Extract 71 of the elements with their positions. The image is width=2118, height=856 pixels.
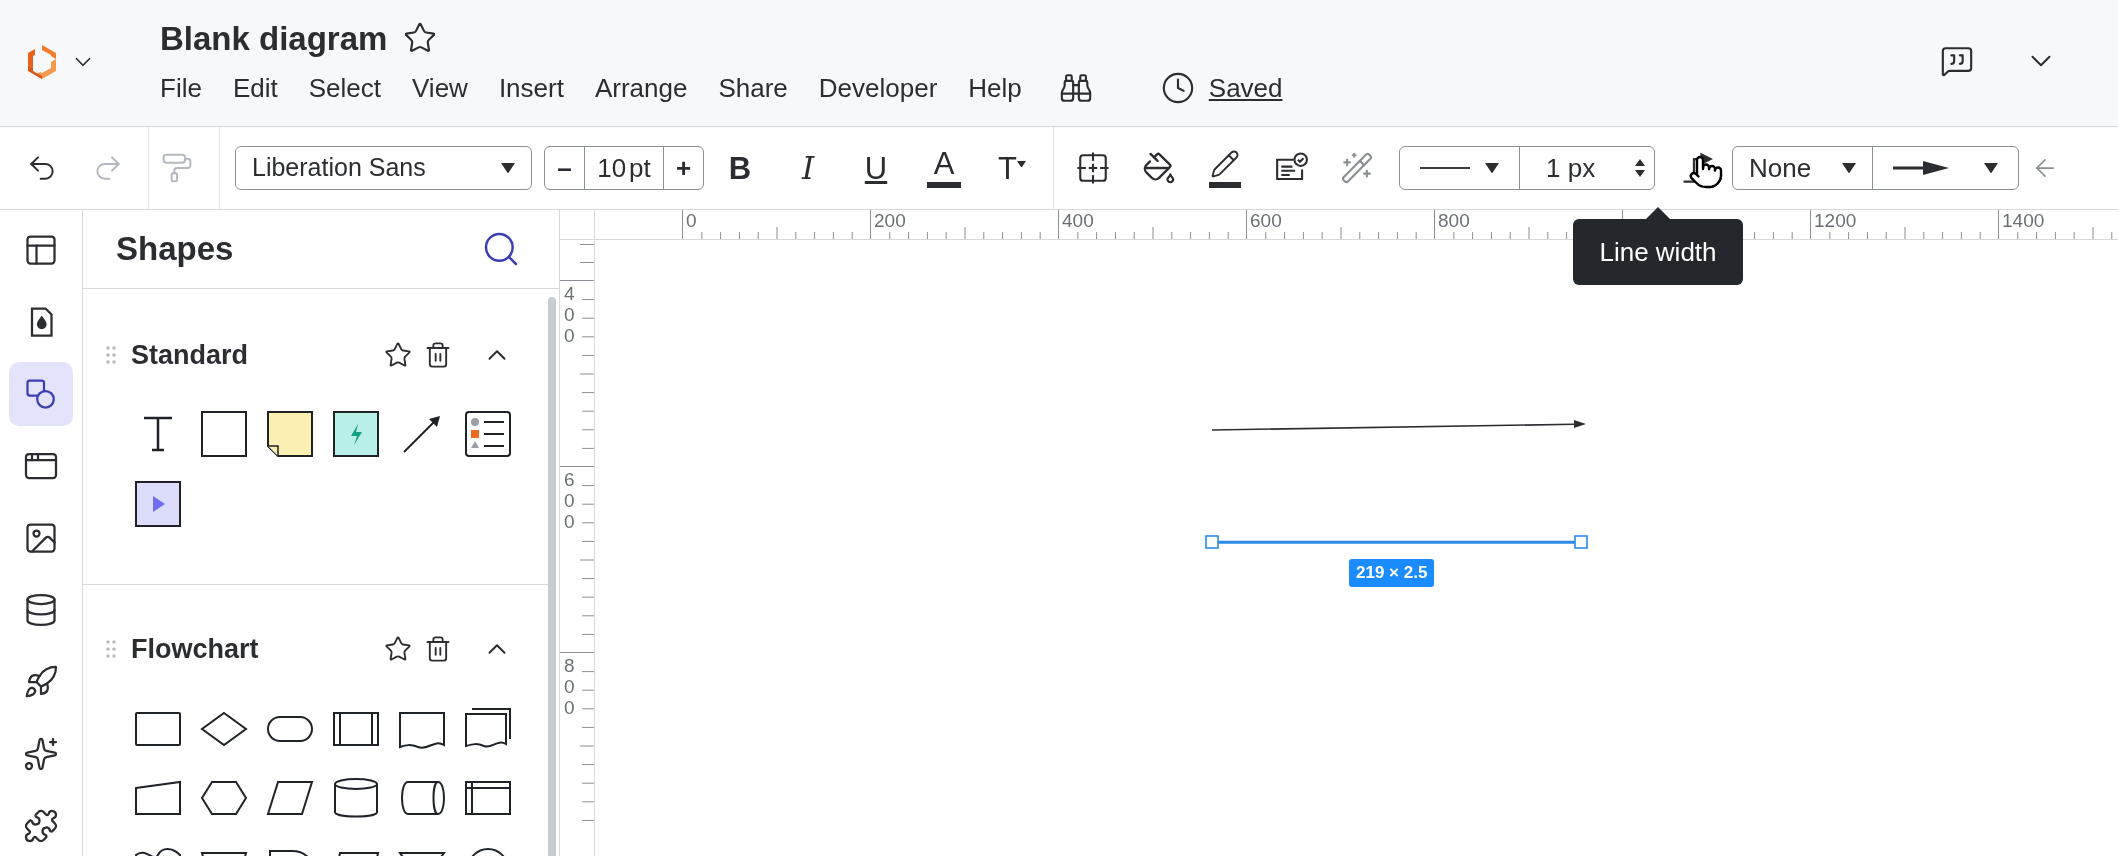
menu-item[interactable]: Developer <box>818 68 938 108</box>
format-button[interactable]: T <box>989 143 1035 193</box>
database-icon <box>23 592 59 628</box>
layout-icon <box>23 232 59 268</box>
ruler-label: 800 <box>1438 211 1470 230</box>
clock-icon <box>1160 71 1195 105</box>
paint-bucket-icon <box>1142 151 1176 185</box>
selected-line[interactable] <box>1205 534 1589 550</box>
image-icon <box>23 520 59 556</box>
arrowhead-icon <box>1893 160 1949 176</box>
scrollbar[interactable] <box>548 297 556 856</box>
ruler-label: 0 <box>686 211 697 230</box>
dropdown-caret-icon <box>1016 160 1026 168</box>
menu-item[interactable]: Insert <box>498 68 564 108</box>
ruler-label: 400 <box>1062 211 1094 230</box>
library-title: Flowchart <box>131 632 259 666</box>
favorite-icon[interactable] <box>384 635 412 663</box>
shape-thumbnail[interactable] <box>200 410 248 458</box>
shape-thumbnail[interactable] <box>134 480 182 528</box>
menu-item[interactable]: Share <box>718 68 788 108</box>
dropdown-caret-icon <box>501 162 515 174</box>
ruler-label: 600 <box>564 470 576 533</box>
font-size-stepper[interactable]: – 10pt + <box>544 146 704 190</box>
ruler-ticks <box>580 244 594 263</box>
ruler-label: 400 <box>564 284 576 347</box>
dimension-badge: 219 × 2.5 <box>1349 559 1435 587</box>
crosshair-frame-icon <box>1076 151 1110 185</box>
document-title[interactable]: Blank diagram <box>160 21 388 55</box>
format-button[interactable]: A <box>921 143 967 193</box>
rail-tab[interactable] <box>9 362 73 426</box>
paint-roller-icon <box>161 152 193 184</box>
ruler-label: 200 <box>874 211 906 230</box>
format-button[interactable]: B <box>717 143 763 193</box>
puzzle-icon <box>23 808 59 844</box>
hand-cursor-icon <box>1688 154 1724 190</box>
dropdown-caret-icon <box>1842 162 1856 174</box>
pencil-icon <box>1210 148 1240 179</box>
menu-item[interactable]: Help <box>968 68 1022 108</box>
font-dropdown[interactable]: Liberation Sans <box>235 146 532 190</box>
library-title: Standard <box>131 338 249 372</box>
binoculars-icon[interactable] <box>1058 71 1093 105</box>
delete-icon[interactable] <box>424 635 452 663</box>
menu-item[interactable]: View <box>412 68 468 108</box>
ruler-label: 1200 <box>1814 211 1857 230</box>
delete-icon[interactable] <box>424 341 452 369</box>
tooltip: Line width <box>1573 207 1743 285</box>
menu-item[interactable]: Arrange <box>594 68 688 108</box>
tooltip-pointer <box>1646 207 1670 219</box>
dropdown-caret-icon <box>1984 162 1998 174</box>
ruler-label: 800 <box>564 656 576 719</box>
shape-thumbnail[interactable] <box>266 410 314 458</box>
font-size-field[interactable]: 10pt <box>585 147 663 189</box>
menu-item[interactable]: File <box>160 68 202 108</box>
ruler-label: 600 <box>1250 211 1282 230</box>
shape-thumbnail[interactable] <box>464 410 512 458</box>
format-button[interactable]: U <box>853 143 899 193</box>
comments-icon[interactable] <box>1940 44 1974 78</box>
format-button[interactable]: I <box>785 143 831 193</box>
menu-item[interactable]: Select <box>308 68 381 108</box>
menu-item[interactable]: Edit <box>232 68 278 108</box>
panel-title: Shapes <box>116 229 234 270</box>
shape-thumbnail[interactable] <box>332 410 380 458</box>
rocket-icon <box>23 664 59 700</box>
star-icon[interactable] <box>403 21 438 55</box>
favorite-icon[interactable] <box>384 341 412 369</box>
decrease-size-button[interactable]: – <box>545 147 585 189</box>
sparkle-icon <box>23 736 59 772</box>
ruler-label: 1400 <box>2002 211 2045 230</box>
magic-wand-icon <box>1340 151 1374 185</box>
save-status-link[interactable]: Saved <box>1208 68 1283 108</box>
increase-size-button[interactable]: + <box>663 147 703 189</box>
